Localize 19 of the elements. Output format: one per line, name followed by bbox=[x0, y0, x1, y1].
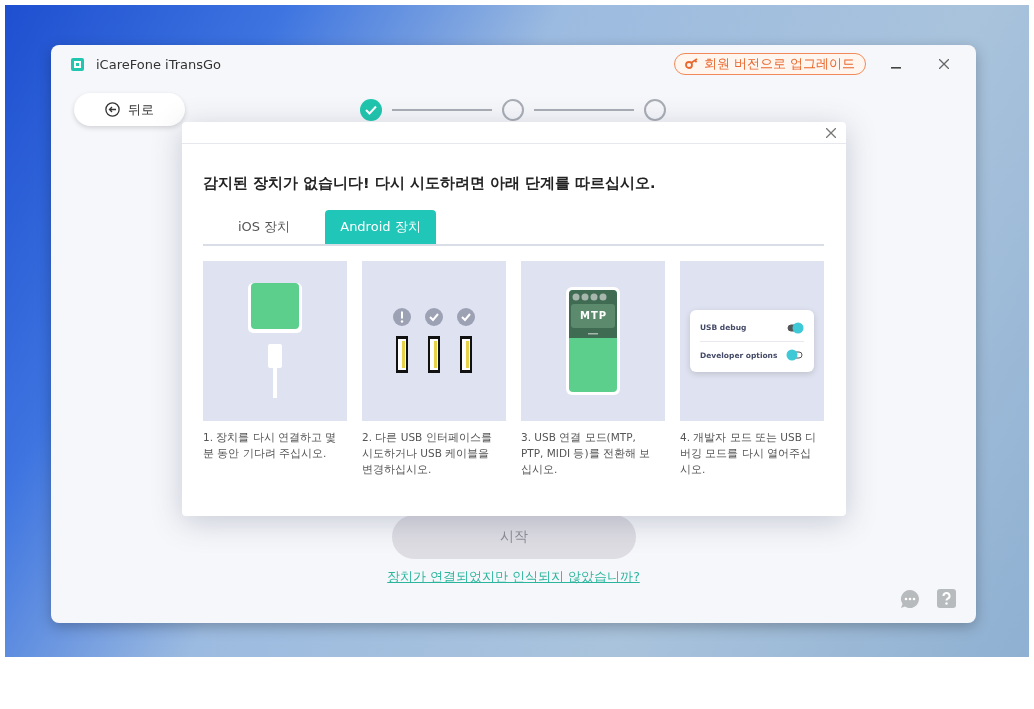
chat-icon[interactable] bbox=[900, 589, 920, 609]
window-title: iCareFone iTransGo bbox=[96, 56, 223, 72]
close-icon bbox=[826, 127, 836, 138]
help-link[interactable]: 장치가 연결되었지만 인식되지 않았습니까? bbox=[387, 569, 640, 586]
minimize-icon bbox=[891, 67, 901, 69]
back-button[interactable]: 뒤로 bbox=[74, 93, 185, 126]
device-tab[interactable]: iOS 장치 bbox=[223, 210, 306, 244]
step-caption: 1. 장치를 다시 연결하고 몇 분 동안 기다려 주십시오. bbox=[203, 430, 338, 461]
app-logo-icon bbox=[71, 57, 84, 71]
step-caption: 2. 다른 USB 인터페이스를 시도하거나 USB 케이블을 변경하십시오. bbox=[362, 430, 493, 477]
device-tab[interactable]: Android 장치 bbox=[325, 210, 436, 244]
dialog-title: 감지된 장치가 없습니다! 다시 시도하려면 아래 단계를 따르십시오. bbox=[203, 174, 657, 193]
key-icon bbox=[685, 58, 700, 70]
mode-label: MTP bbox=[580, 310, 608, 321]
step-caption: 4. 개발자 모드 또는 USB 디버깅 모드를 다시 열어주십시오. bbox=[680, 430, 818, 477]
close-icon bbox=[939, 59, 949, 69]
help-icon[interactable] bbox=[937, 589, 956, 608]
upgrade-button[interactable]: 회원 버전으로 업그레이드 bbox=[674, 53, 866, 75]
step-caption: 3. USB 연결 모드(MTP, PTP, MIDI 등)를 전환해 보십시오. bbox=[521, 430, 652, 477]
